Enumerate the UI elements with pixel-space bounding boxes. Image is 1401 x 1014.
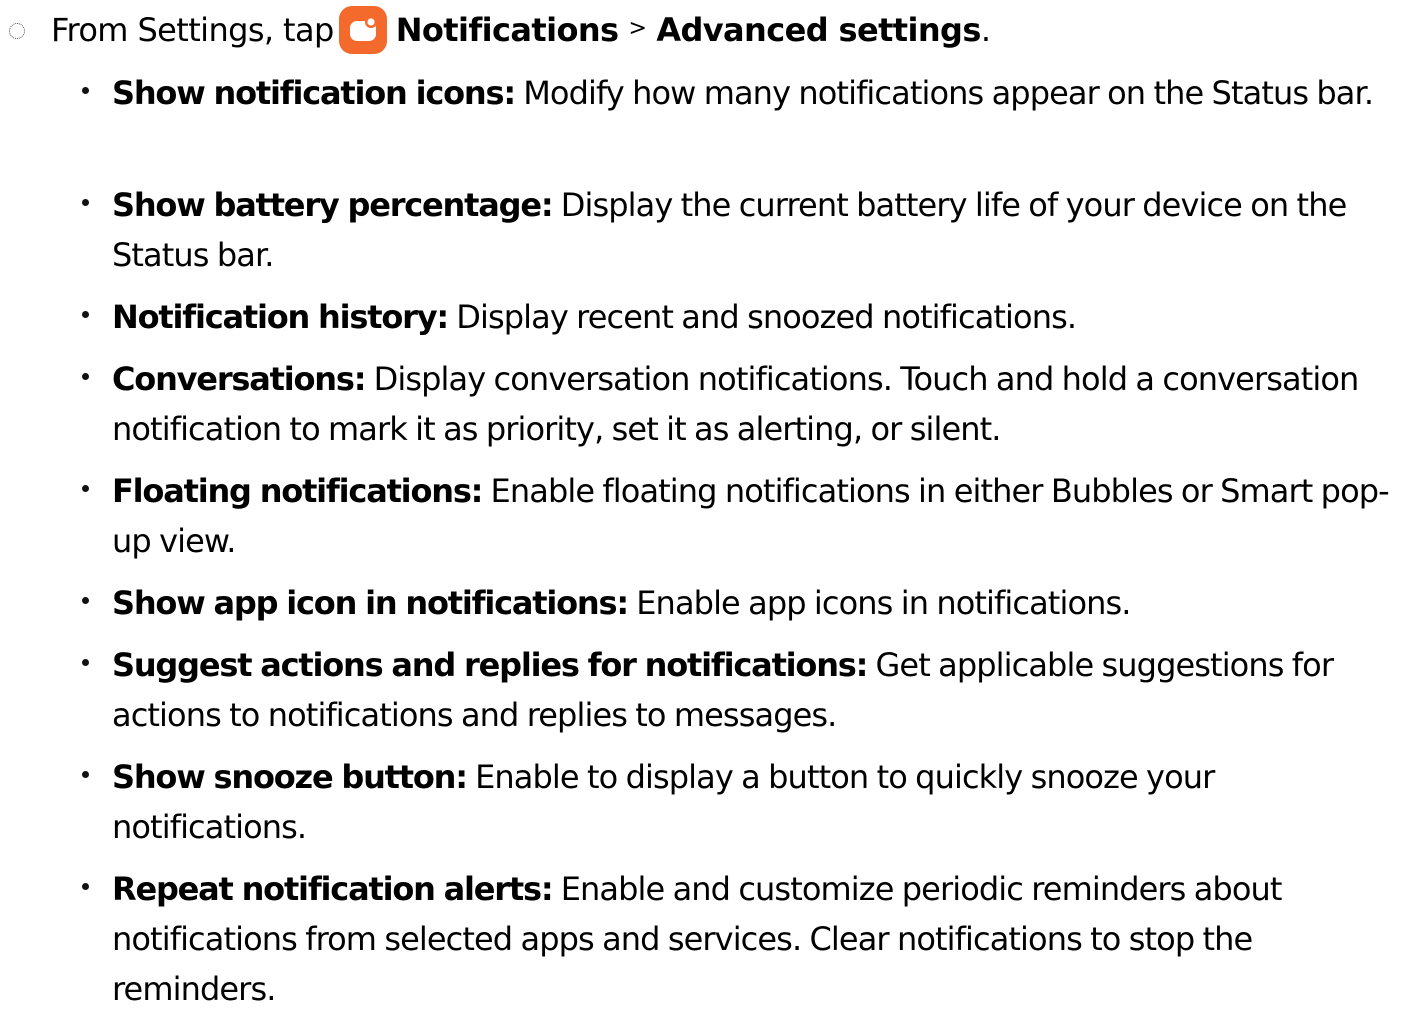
bullet-icon bbox=[82, 659, 89, 666]
list-item-text: Floating notifications: Enable floating … bbox=[112, 466, 1397, 566]
option-term: Conversations: bbox=[112, 360, 367, 398]
list-item-text: Conversations: Display conversation noti… bbox=[112, 354, 1397, 454]
option-term: Show notification icons: bbox=[112, 74, 516, 112]
option-term: Show app icon in notifications: bbox=[112, 584, 629, 622]
step-line: From Settings, tap Notifications > Advan… bbox=[51, 6, 991, 54]
option-term: Suggest actions and replies for notifica… bbox=[112, 646, 868, 684]
option-description: Display recent and snoozed notifications… bbox=[447, 298, 1077, 336]
option-description: Modify how many notifications appear on … bbox=[514, 74, 1374, 112]
option-term: Notification history: bbox=[112, 298, 449, 336]
bullet-icon bbox=[82, 771, 89, 778]
option-term: Show snooze button: bbox=[112, 758, 468, 796]
step-prefix: From Settings, tap bbox=[51, 11, 334, 49]
bullet-icon bbox=[82, 597, 89, 604]
step-suffix: . bbox=[980, 11, 991, 49]
step-instruction: From Settings, tap Notifications > Advan… bbox=[0, 0, 1401, 58]
list-item-text: Show snooze button: Enable to display a … bbox=[112, 752, 1397, 852]
bullet-icon bbox=[82, 485, 89, 492]
option-term: Repeat notification alerts: bbox=[112, 870, 554, 908]
list-item-text: Notification history: Display recent and… bbox=[112, 292, 1397, 342]
option-term: Show battery percentage: bbox=[112, 186, 554, 224]
list-item-text: Suggest actions and replies for notifica… bbox=[112, 640, 1397, 740]
option-term: Floating notifications: bbox=[112, 472, 483, 510]
option-description: Enable app icons in notifications. bbox=[627, 584, 1131, 622]
list-item-text: Show notification icons: Modify how many… bbox=[112, 68, 1397, 118]
step-marker-icon bbox=[9, 23, 25, 39]
list-item-text: Repeat notification alerts: Enable and c… bbox=[112, 864, 1397, 1014]
bullet-icon bbox=[82, 373, 89, 380]
bullet-icon bbox=[82, 87, 89, 94]
bullet-icon bbox=[82, 311, 89, 318]
breadcrumb-separator: > bbox=[628, 16, 647, 41]
menu-item-notifications: Notifications bbox=[395, 11, 619, 49]
notifications-app-icon bbox=[338, 6, 387, 54]
list-item-text: Show battery percentage: Display the cur… bbox=[112, 180, 1397, 280]
bullet-icon bbox=[82, 883, 89, 890]
menu-item-advanced-settings: Advanced settings bbox=[656, 11, 981, 49]
bullet-icon bbox=[82, 199, 89, 206]
list-item-text: Show app icon in notifications: Enable a… bbox=[112, 578, 1397, 628]
